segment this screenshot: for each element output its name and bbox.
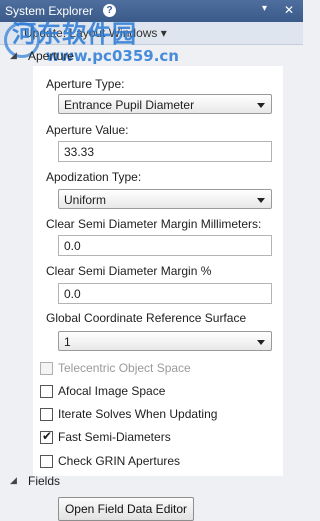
pin-dropdown-icon[interactable]: ▾ (262, 3, 267, 14)
clear-semi-mm-text: 0.0 (64, 239, 81, 253)
aperture-type-label: Aperture Type: (46, 77, 125, 91)
fields-section-label: Fields (28, 474, 61, 488)
checkbox-label: Telecentric Object Space (58, 361, 191, 375)
checkbox-label: Check GRIN Apertures (58, 454, 181, 468)
checkbox-iterate-solves[interactable]: Iterate Solves When Updating (40, 407, 280, 423)
checkbox-box[interactable] (40, 362, 53, 375)
clear-semi-pct-text: 0.0 (64, 287, 81, 301)
clear-semi-pct-input[interactable]: 0.0 (58, 283, 272, 304)
clear-semi-pct-label: Clear Semi Diameter Margin % (46, 264, 212, 278)
chevron-down-icon (257, 198, 265, 203)
global-ref-surface-select[interactable]: 1 (58, 331, 272, 351)
collapse-arrow-icon[interactable]: ◢ (10, 475, 17, 486)
apodization-type-select[interactable]: Uniform (58, 189, 272, 209)
fields-section-header[interactable]: ◢ Fields (0, 473, 303, 491)
checkbox-telecentric-object-space[interactable]: Telecentric Object Space (40, 361, 280, 377)
chevron-down-icon (257, 103, 265, 108)
checkmark-icon: ✔ (42, 429, 53, 443)
apodization-type-label: Apodization Type: (46, 170, 142, 184)
checkbox-fast-semi-diameters[interactable]: ✔ Fast Semi-Diameters (40, 429, 280, 446)
checkbox-check-grin-apertures[interactable]: Check GRIN Apertures (40, 454, 280, 470)
checkbox-label: Fast Semi-Diameters (58, 430, 171, 444)
checkbox-box[interactable] (40, 385, 53, 398)
clear-semi-mm-input[interactable]: 0.0 (58, 235, 272, 256)
checkbox-afocal-image-space[interactable]: Afocal Image Space (40, 384, 280, 400)
aperture-section-label: Aperture (28, 49, 75, 63)
collapse-arrow-icon[interactable]: ◢ (10, 50, 17, 61)
checkbox-label: Afocal Image Space (58, 384, 166, 398)
checkbox-label: Iterate Solves When Updating (58, 407, 218, 421)
checkbox-box[interactable] (40, 455, 53, 468)
checkbox-box[interactable] (40, 408, 53, 421)
aperture-value-text: 33.33 (64, 145, 95, 159)
clear-semi-mm-label: Clear Semi Diameter Margin Millimeters: (46, 217, 262, 231)
aperture-section-header[interactable]: ◢ Aperture (0, 48, 303, 66)
aperture-type-select[interactable]: Entrance Pupil Diameter (58, 94, 272, 114)
watermark-line1: 河东软件园 (12, 20, 137, 48)
aperture-type-value: Entrance Pupil Diameter (64, 98, 195, 112)
global-ref-surface-label: Global Coordinate Reference Surface (46, 311, 247, 325)
chevron-down-icon (257, 340, 265, 345)
open-field-data-editor-button[interactable]: Open Field Data Editor (58, 497, 194, 521)
checkbox-box[interactable]: ✔ (40, 429, 53, 444)
aperture-value-label: Aperture Value: (46, 123, 129, 137)
global-ref-surface-value: 1 (64, 335, 71, 349)
aperture-value-input[interactable]: 33.33 (58, 141, 272, 162)
apodization-type-value: Uniform (64, 193, 107, 207)
close-icon[interactable]: ✕ (284, 3, 294, 17)
